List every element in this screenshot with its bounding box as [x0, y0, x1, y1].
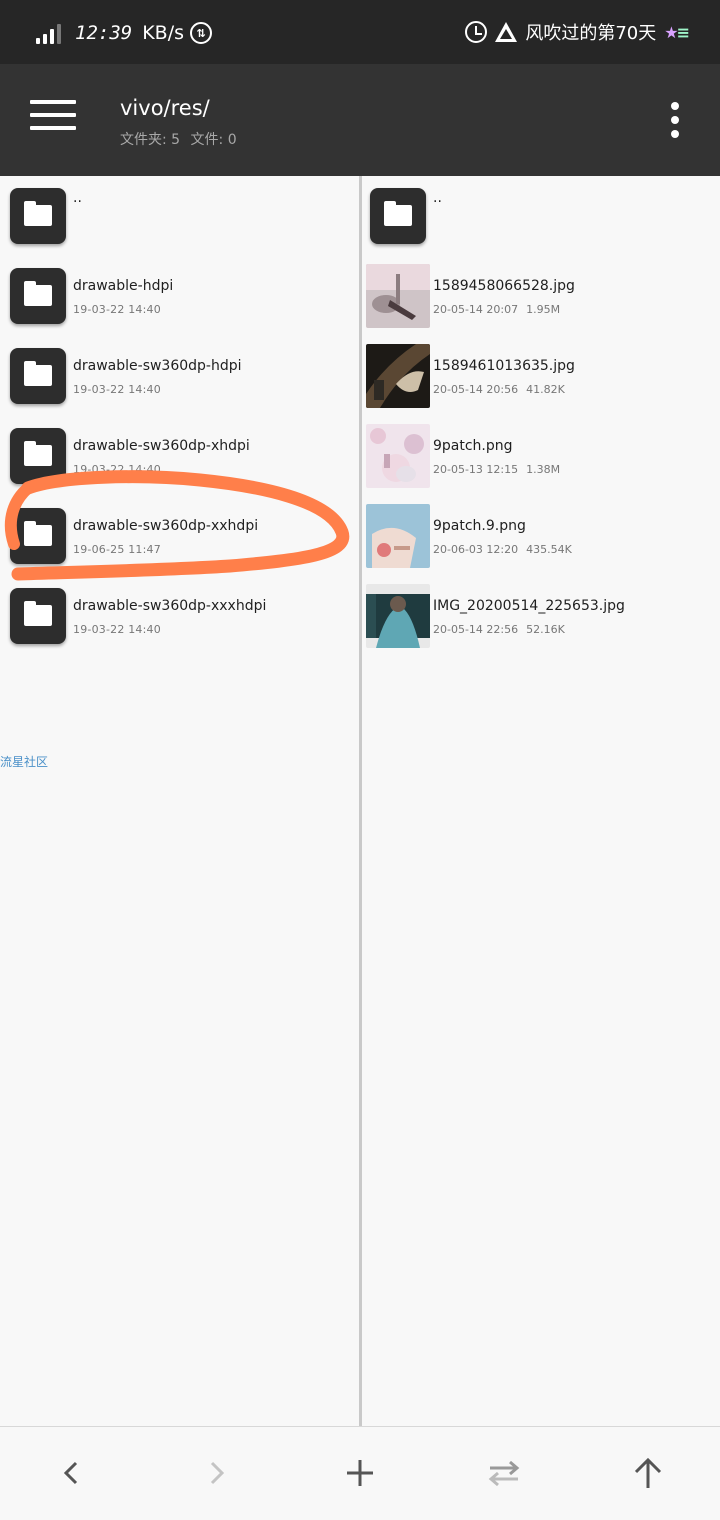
swap-panes-button[interactable] [480, 1449, 528, 1497]
left-pane[interactable]: .. drawable-hdpi 19-03-22 14:40 drawable… [0, 176, 359, 1426]
item-size: 1.38M [526, 463, 561, 476]
folder-icon [370, 188, 426, 244]
list-item-parent[interactable]: .. [0, 176, 359, 256]
image-thumbnail [366, 584, 430, 648]
list-item[interactable]: 9patch.9.png 20-06-03 12:20 435.54K [362, 496, 720, 576]
add-button[interactable] [336, 1449, 384, 1497]
item-date: 20-05-14 20:07 [433, 303, 519, 316]
item-meta: 20-05-14 20:56 41.82K [433, 383, 573, 396]
item-name: drawable-sw360dp-xhdpi [73, 438, 250, 454]
item-name: drawable-hdpi [73, 278, 174, 294]
now-playing-text: 风吹过的第70天 [525, 23, 657, 44]
menu-icon [30, 100, 76, 104]
network-speed: KB/s [142, 22, 184, 44]
back-button[interactable] [48, 1449, 96, 1497]
list-item[interactable]: drawable-sw360dp-xhdpi 19-03-22 14:40 [0, 416, 359, 496]
item-date: 19-03-22 14:40 [73, 303, 161, 316]
back-icon [63, 1461, 78, 1485]
alarm-icon [465, 21, 488, 43]
item-name: 1589458066528.jpg [433, 278, 575, 294]
image-thumbnail [366, 264, 430, 328]
image-thumbnail [366, 504, 430, 568]
item-date: 19-03-22 14:40 [73, 383, 161, 396]
signal-icon [36, 22, 61, 44]
list-item[interactable]: 1589461013635.jpg 20-05-14 20:56 41.82K [362, 336, 720, 416]
list-item[interactable]: drawable-hdpi 19-03-22 14:40 [0, 256, 359, 336]
add-icon [347, 1460, 373, 1486]
list-item[interactable]: drawable-sw360dp-hdpi 19-03-22 14:40 [0, 336, 359, 416]
item-size: 41.82K [526, 383, 565, 396]
up-button[interactable] [624, 1449, 672, 1497]
app-bar: vivo/res/ 文件夹: 5 文件: 0 [0, 64, 720, 176]
forward-icon [210, 1461, 225, 1485]
item-size: 52.16K [526, 623, 565, 636]
bottom-toolbar [0, 1426, 720, 1520]
item-size: 1.95M [526, 303, 561, 316]
folder-icon [10, 188, 66, 244]
item-name: 1589461013635.jpg [433, 358, 575, 374]
folder-count: 文件夹: 5 [120, 132, 181, 148]
list-item[interactable]: IMG_20200514_225653.jpg 20-05-14 22:56 52… [362, 576, 720, 656]
item-meta: 20-05-14 20:07 1.95M [433, 303, 568, 316]
image-thumbnail [366, 344, 430, 408]
item-name: drawable-sw360dp-xxxhdpi [73, 598, 267, 614]
shooting-star-icon: ★≡ [664, 22, 690, 42]
item-meta: 20-05-14 22:56 52.16K [433, 623, 573, 636]
list-item[interactable]: drawable-sw360dp-xxxhdpi 19-03-22 14:40 [0, 576, 359, 656]
menu-button[interactable] [30, 100, 76, 140]
list-item-parent[interactable]: .. [362, 176, 720, 256]
folder-icon [10, 428, 66, 484]
item-name: drawable-sw360dp-xxhdpi [73, 518, 259, 534]
current-path: vivo/res/ [120, 96, 210, 120]
item-meta: 20-05-13 12:15 1.38M [433, 463, 568, 476]
item-date: 20-05-14 20:56 [433, 383, 519, 396]
item-date: 20-05-14 22:56 [433, 623, 519, 636]
item-date: 19-03-22 14:40 [73, 623, 161, 636]
folder-icon [10, 348, 66, 404]
warning-triangle-icon [495, 22, 518, 42]
item-name: 9patch.png [433, 438, 513, 454]
data-speed-icon: ⇅ [190, 22, 212, 44]
folder-icon [10, 268, 66, 324]
item-date: 19-06-25 11:47 [73, 543, 161, 556]
watermark-text: 流星社区 [0, 755, 49, 769]
status-right: 风吹过的第70天 ★≡ [465, 18, 690, 46]
right-pane[interactable]: .. 1589458066528.jpg 20-05-14 20:07 1.95M… [362, 176, 720, 1426]
more-options-button[interactable] [668, 102, 682, 138]
item-name: 9patch.9.png [433, 518, 526, 534]
item-name: drawable-sw360dp-hdpi [73, 358, 242, 374]
item-date: 20-05-13 12:15 [433, 463, 519, 476]
status-time: 12:39 [75, 22, 133, 44]
status-left: 12:39 KB/s ⇅ [36, 20, 212, 46]
swap-icon [488, 1460, 520, 1487]
path-counts: 文件夹: 5 文件: 0 [120, 129, 243, 149]
folder-icon [10, 508, 66, 564]
image-thumbnail [366, 424, 430, 488]
more-vert-icon [671, 102, 679, 110]
up-icon [634, 1457, 662, 1488]
list-item[interactable]: 9patch.png 20-05-13 12:15 1.38M [362, 416, 720, 496]
item-date: 20-06-03 12:20 [433, 543, 519, 556]
list-item[interactable]: drawable-sw360dp-xxhdpi 19-06-25 11:47 [0, 496, 359, 576]
forward-button[interactable] [192, 1449, 240, 1497]
status-bar: 12:39 KB/s ⇅ 风吹过的第70天 ★≡ [0, 0, 720, 64]
item-name: .. [73, 190, 82, 206]
item-size: 435.54K [526, 543, 572, 556]
item-date: 19-03-22 14:40 [73, 463, 161, 476]
item-name: .. [433, 190, 442, 206]
file-count: 文件: 0 [190, 132, 237, 148]
item-name: IMG_20200514_225653.jpg [433, 598, 625, 614]
list-item[interactable]: 1589458066528.jpg 20-05-14 20:07 1.95M [362, 256, 720, 336]
folder-icon [10, 588, 66, 644]
item-meta: 20-06-03 12:20 435.54K [433, 543, 580, 556]
